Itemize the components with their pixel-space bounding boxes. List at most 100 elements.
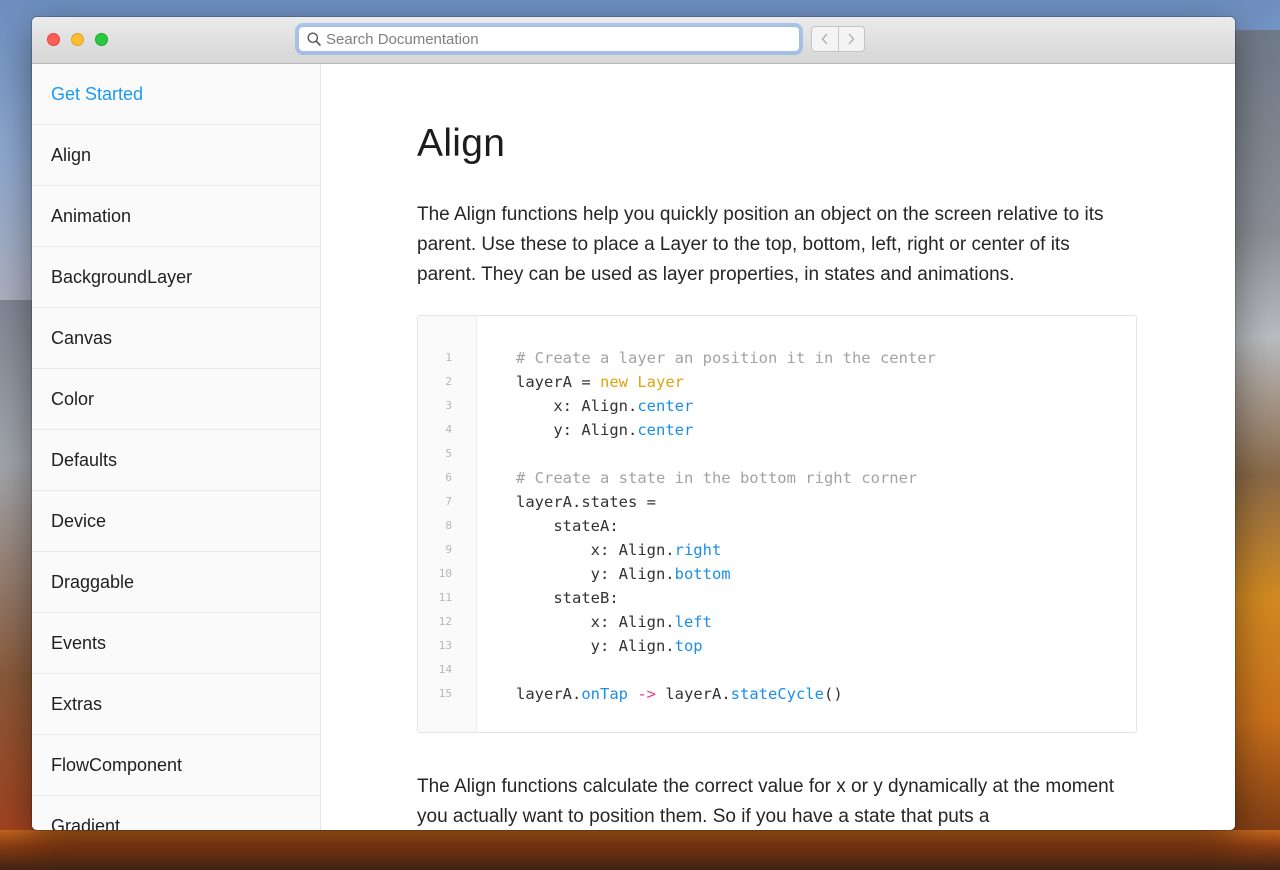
code-token: y: Align. <box>516 565 675 583</box>
line-number: 8 <box>445 519 452 532</box>
code-token: bottom <box>674 565 731 583</box>
chevron-right-icon <box>848 33 855 45</box>
line-number: 9 <box>445 543 452 556</box>
sidebar: Get Started Align Animation BackgroundLa… <box>32 64 321 830</box>
desktop-wallpaper-right <box>1232 30 1280 840</box>
sidebar-item-label: Get Started <box>51 83 144 104</box>
code-token: x: Align. <box>516 397 638 415</box>
minimize-window-button[interactable] <box>71 33 84 46</box>
sidebar-item-label: Color <box>51 388 95 409</box>
sidebar-item-events[interactable]: Events <box>32 613 320 674</box>
sidebar-item-label: Device <box>51 510 107 531</box>
line-number: 7 <box>445 495 452 508</box>
sidebar-item-label: FlowComponent <box>51 754 183 775</box>
code-token: # Create a state in the bottom right cor… <box>516 469 918 487</box>
code-token: y: Align. <box>516 421 638 439</box>
code-token: # Create a layer an position it in the c… <box>516 349 936 367</box>
code-token: onTap <box>581 685 628 703</box>
line-number: 4 <box>445 423 452 436</box>
sidebar-item-get-started[interactable]: Get Started <box>32 64 320 125</box>
line-number: 14 <box>438 663 452 676</box>
followup-paragraph: The Align functions calculate the correc… <box>417 776 1114 827</box>
sidebar-item-device[interactable]: Device <box>32 491 320 552</box>
code-line: stateB: <box>516 586 619 610</box>
line-number: 15 <box>438 687 452 700</box>
code-token: layerA = <box>516 373 600 391</box>
code-token: stateCycle <box>730 685 824 703</box>
sidebar-item-canvas[interactable]: Canvas <box>32 308 320 369</box>
line-number: 10 <box>438 567 452 580</box>
code-token: new Layer <box>600 373 684 391</box>
zoom-window-button[interactable] <box>95 33 108 46</box>
sidebar-item-label: Animation <box>51 205 132 226</box>
code-token: top <box>674 637 703 655</box>
line-number: 11 <box>438 591 452 604</box>
app-window: Get Started Align Animation BackgroundLa… <box>32 17 1235 830</box>
line-number: 3 <box>445 399 452 412</box>
sidebar-item-label: Canvas <box>51 327 113 348</box>
title-bar <box>32 17 1235 64</box>
sidebar-item-label: Draggable <box>51 571 135 592</box>
line-number: 6 <box>445 471 452 484</box>
line-number-gutter: 1 2 3 4 5 6 7 8 9 10 11 12 13 14 15 <box>418 316 477 732</box>
code-line: # Create a layer an position it in the c… <box>516 346 936 370</box>
sidebar-item-defaults[interactable]: Defaults <box>32 430 320 491</box>
code-line: y: Align.top <box>516 634 703 658</box>
sidebar-item-extras[interactable]: Extras <box>32 674 320 735</box>
code-token: () <box>823 685 843 703</box>
line-number: 12 <box>438 615 452 628</box>
code-token: layerA.states = <box>516 493 656 511</box>
code-token: stateB: <box>516 589 619 607</box>
close-window-button[interactable] <box>47 33 60 46</box>
code-line: layerA = new Layer <box>516 370 684 394</box>
desktop-wallpaper-bottom <box>0 830 1280 870</box>
sidebar-item-backgroundlayer[interactable]: BackgroundLayer <box>32 247 320 308</box>
code-token: x: Align. <box>516 613 675 631</box>
sidebar-item-label: Align <box>51 144 92 165</box>
page-title: Align <box>417 122 506 165</box>
line-number: 1 <box>445 351 452 364</box>
code-token: center <box>637 397 694 415</box>
code-line: layerA.onTap -> layerA.stateCycle() <box>516 682 843 706</box>
forward-button[interactable] <box>837 27 865 51</box>
code-line: x: Align.center <box>516 394 693 418</box>
code-token: -> <box>628 685 666 703</box>
sidebar-item-label: Extras <box>51 693 103 714</box>
sidebar-item-label: Gradient <box>51 815 121 831</box>
code-line: x: Align.right <box>516 538 722 562</box>
sidebar-item-draggable[interactable]: Draggable <box>32 552 320 613</box>
code-token: layerA. <box>516 685 582 703</box>
line-number: 2 <box>445 375 452 388</box>
chevron-left-icon <box>821 33 828 45</box>
code-token: left <box>674 613 712 631</box>
code-token: y: Align. <box>516 637 675 655</box>
sidebar-item-label: Defaults <box>51 449 118 470</box>
line-number: 13 <box>438 639 452 652</box>
line-number: 5 <box>445 447 452 460</box>
back-button[interactable] <box>812 27 838 51</box>
search-input[interactable] <box>326 27 786 51</box>
code-line: stateA: <box>516 514 619 538</box>
code-token: center <box>637 421 694 439</box>
code-token: layerA. <box>665 685 731 703</box>
code-token: right <box>674 541 722 559</box>
code-example: 1 2 3 4 5 6 7 8 9 10 11 12 13 14 15 # Create a layer a… <box>417 315 1137 733</box>
sidebar-item-align[interactable]: Align <box>32 125 320 186</box>
sidebar-item-gradient[interactable]: Gradient <box>32 796 320 831</box>
code-token: x: Align. <box>516 541 675 559</box>
search-icon <box>307 32 321 46</box>
history-navigation <box>811 26 865 52</box>
sidebar-item-label: Events <box>51 632 107 653</box>
code-token: stateA: <box>516 517 619 535</box>
search-field[interactable] <box>298 26 800 52</box>
sidebar-item-flowcomponent[interactable]: FlowComponent <box>32 735 320 796</box>
sidebar-item-label: BackgroundLayer <box>51 266 193 287</box>
code-line: layerA.states = <box>516 490 656 514</box>
code-line: # Create a state in the bottom right cor… <box>516 466 917 490</box>
intro-paragraph: The Align functions help you quickly pos… <box>417 204 1104 285</box>
sidebar-item-color[interactable]: Color <box>32 369 320 430</box>
main-content: Align The Align functions help you quick… <box>321 64 1235 830</box>
code-line: y: Align.bottom <box>516 562 731 586</box>
sidebar-item-animation[interactable]: Animation <box>32 186 320 247</box>
code-line: x: Align.left <box>516 610 712 634</box>
